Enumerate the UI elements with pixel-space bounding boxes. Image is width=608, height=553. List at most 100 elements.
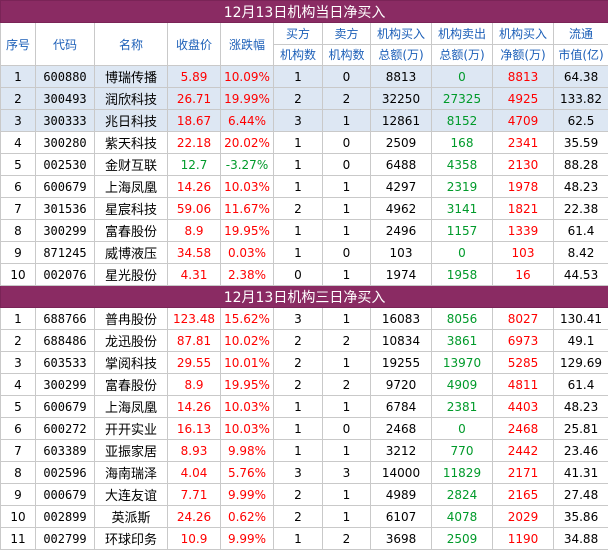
table-row: 2 300493 润欣科技 26.71 19.99% 2 2 32250 27325 4925 13…: [0, 87, 608, 110]
row-close: 22.18: [167, 131, 221, 154]
section1-title: 12月13日机构当日净买入: [0, 0, 608, 23]
row-seq: 1: [0, 65, 36, 88]
table-row: 1 688766 普冉股份 123.48 15.62% 3 1 16083 8056 8027 13…: [0, 307, 608, 330]
row-name: 富春股份: [94, 219, 168, 242]
row-seq: 10: [0, 505, 36, 528]
row-net: 2468: [492, 417, 554, 440]
row-seq: 1: [0, 307, 36, 330]
row-close: 8.9: [167, 219, 221, 242]
row-code: 300280: [35, 131, 95, 154]
row-net: 4925: [492, 87, 554, 110]
row-name: 开开实业: [94, 417, 168, 440]
row-close: 4.31: [167, 263, 221, 286]
row-sell: 4358: [431, 153, 493, 176]
row-buyers: 2: [273, 351, 323, 374]
header-name: 名称: [94, 22, 168, 66]
row-buy: 9720: [370, 373, 432, 396]
row-buyers: 1: [273, 131, 323, 154]
row-seq: 5: [0, 153, 36, 176]
row-buyers: 3: [273, 109, 323, 132]
row-seq: 11: [0, 527, 36, 550]
row-sell: 2319: [431, 175, 493, 198]
row-cap: 61.4: [552, 373, 608, 396]
table-row: 7 603389 亚振家居 8.93 9.98% 1 1 3212 770 2442 23.46: [0, 439, 608, 462]
row-buy: 6107: [370, 505, 432, 528]
row-sellers: 1: [322, 175, 371, 198]
section2-banner: 12月13日机构三日净买入: [0, 285, 608, 308]
row-net: 1978: [492, 175, 554, 198]
row-sell: 0: [431, 417, 493, 440]
row-buyers: 1: [273, 153, 323, 176]
row-buyers: 1: [273, 439, 323, 462]
table-row: 9 871245 威博液压 34.58 0.03% 1 0 103 0 103 8.42: [0, 241, 608, 264]
row-buy: 4962: [370, 197, 432, 220]
row-sellers: 1: [322, 109, 371, 132]
row-buy: 8813: [370, 65, 432, 88]
row-sell: 13970: [431, 351, 493, 374]
row-net: 8027: [492, 307, 554, 330]
row-change: 5.76%: [220, 461, 274, 484]
row-buy: 4989: [370, 483, 432, 506]
row-change: 15.62%: [220, 307, 274, 330]
table-row: 9 000679 大连友谊 7.71 9.99% 2 1 4989 2824 2165 27.48: [0, 483, 608, 506]
section1-banner: 12月13日机构当日净买入: [0, 0, 608, 23]
row-sellers: 1: [322, 219, 371, 242]
row-close: 16.13: [167, 417, 221, 440]
row-change: 9.99%: [220, 483, 274, 506]
header-sellers-top: 卖方: [322, 22, 371, 45]
row-net: 4403: [492, 395, 554, 418]
row-change: 6.44%: [220, 109, 274, 132]
row-name: 紫天科技: [94, 131, 168, 154]
table-row: 1 600880 博瑞传播 5.89 10.09% 1 0 8813 0 8813 64.38: [0, 65, 608, 88]
row-name: 环球印务: [94, 527, 168, 550]
row-cap: 8.42: [552, 241, 608, 264]
row-seq: 2: [0, 87, 36, 110]
row-buy: 3698: [370, 527, 432, 550]
row-change: 10.03%: [220, 175, 274, 198]
row-seq: 10: [0, 263, 36, 286]
table-row: 5 600679 上海凤凰 14.26 10.03% 1 1 6784 2381 4403 48.2…: [0, 395, 608, 418]
table-row: 7 301536 星宸科技 59.06 11.67% 2 1 4962 3141 1821 22.3…: [0, 197, 608, 220]
header-sellers-bottom: 机构数: [322, 43, 371, 66]
row-sellers: 1: [322, 505, 371, 528]
row-cap: 44.53: [552, 263, 608, 286]
row-sellers: 2: [322, 87, 371, 110]
row-net: 2341: [492, 131, 554, 154]
row-sellers: 0: [322, 65, 371, 88]
table-row: 8 002596 海南瑞泽 4.04 5.76% 3 3 14000 11829 2171 41.3…: [0, 461, 608, 484]
row-seq: 3: [0, 109, 36, 132]
row-net: 8813: [492, 65, 554, 88]
header-buyers-bottom: 机构数: [273, 43, 323, 66]
row-cap: 48.23: [552, 395, 608, 418]
row-close: 18.67: [167, 109, 221, 132]
row-buy: 6488: [370, 153, 432, 176]
row-sellers: 0: [322, 241, 371, 264]
row-name: 星光股份: [94, 263, 168, 286]
table-row: 6 600679 上海凤凰 14.26 10.03% 1 1 4297 2319 1978 48.2…: [0, 175, 608, 198]
row-close: 8.93: [167, 439, 221, 462]
row-name: 博瑞传播: [94, 65, 168, 88]
row-net: 2130: [492, 153, 554, 176]
row-buyers: 1: [273, 527, 323, 550]
row-sell: 11829: [431, 461, 493, 484]
row-buyers: 2: [273, 505, 323, 528]
header-seq: 序号: [0, 22, 36, 66]
table-row: 10 002076 星光股份 4.31 2.38% 0 1 1974 1958 16 44.53: [0, 263, 608, 286]
row-cap: 34.88: [552, 527, 608, 550]
row-close: 5.89: [167, 65, 221, 88]
header-sell-top: 机构卖出: [431, 22, 493, 45]
row-buyers: 2: [273, 329, 323, 352]
row-buy: 14000: [370, 461, 432, 484]
row-sellers: 1: [322, 197, 371, 220]
row-buy: 32250: [370, 87, 432, 110]
row-buy: 6784: [370, 395, 432, 418]
row-sell: 0: [431, 65, 493, 88]
row-seq: 8: [0, 219, 36, 242]
row-cap: 35.59: [552, 131, 608, 154]
row-buyers: 1: [273, 417, 323, 440]
row-sellers: 0: [322, 417, 371, 440]
row-name: 上海凤凰: [94, 175, 168, 198]
header-buyers-top: 买方: [273, 22, 323, 45]
row-sellers: 0: [322, 153, 371, 176]
header-sell-bottom: 总额(万): [431, 43, 493, 66]
